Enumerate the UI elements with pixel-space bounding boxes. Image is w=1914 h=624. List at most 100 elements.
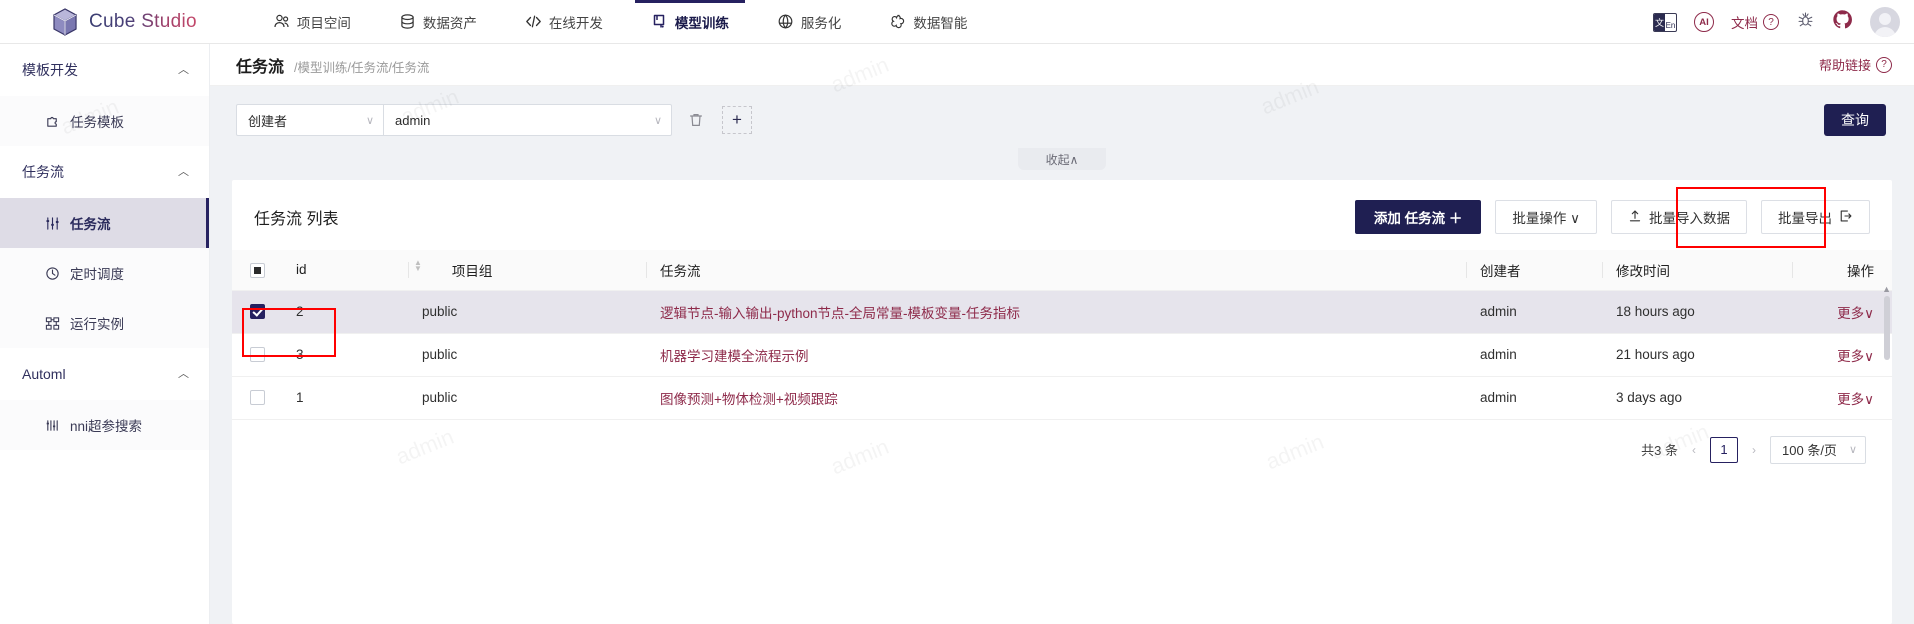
nav-label: 项目空间 [296,15,351,31]
filter-field-select[interactable]: 创建者 ∨ [236,104,384,136]
cell-project: public [408,376,646,420]
card-header: 任务流 列表 添加 任务流 ＋ 批量操作 ∨ 批量导入数据 批量导出 [232,180,1892,250]
collapse-filter-toggle[interactable]: 收起∧ [1018,148,1106,170]
cell-id: 2 [288,290,408,334]
task-flow-link[interactable]: 逻辑节点-输入输出-python节点-全局常量-模板变量-任务指标 [660,306,1020,321]
filter-value-text: admin [395,112,431,128]
sidebar: admin 模板开发 ︿ 任务模板 任务流 ︿ [0,44,210,624]
tune-icon [44,417,60,433]
sort-icon[interactable]: ▲ ▼ [414,258,422,272]
docs-label: 文档 [1731,16,1758,31]
export-icon [1839,209,1853,226]
column-action-label: 操作 [1847,263,1874,279]
cell-task-flow: 逻辑节点-输入输出-python节点-全局常量-模板变量-任务指标 [646,290,1466,334]
nav-item-online-dev[interactable]: 在线开发 [501,0,627,44]
table-header-row: id ▲ ▼ 项目组 任务流 创建者 修改时间 操作 [232,250,1892,291]
task-flow-link[interactable]: 机器学习建模全流程示例 [660,349,809,364]
cell-project: public [408,290,646,334]
nav-item-data-intelligence[interactable]: 数据智能 [865,0,991,44]
row-checkbox[interactable] [250,304,265,320]
table-row[interactable]: 1 public 图像预测+物体检测+视频跟踪 admin 3 days ago… [232,376,1892,420]
sidebar-item-label: nni超参搜索 [70,419,143,434]
scroll-up-arrow-icon[interactable]: ▲ [1882,284,1891,294]
table-row[interactable]: 2 public 逻辑节点-输入输出-python节点-全局常量-模板变量-任务… [232,290,1892,334]
sidebar-item-run-instance[interactable]: 运行实例 [0,298,209,348]
nav-label: 数据资产 [422,15,477,31]
pagination-prev-button[interactable]: ‹ [1689,443,1699,457]
task-flow-list-card: 任务流 列表 添加 任务流 ＋ 批量操作 ∨ 批量导入数据 批量导出 id ▲ … [232,180,1892,624]
cell-action: 更多∨ [1792,290,1892,334]
column-id-label: id [296,262,307,278]
nav-item-serving[interactable]: 服务化 [753,0,866,44]
filter-value-select[interactable]: admin ∨ [384,104,672,136]
chevron-up-icon: ︿ [178,368,189,380]
nav-item-data-assets[interactable]: 数据资产 [375,0,501,44]
page-size-select[interactable]: 100 条/页 ∨ [1770,435,1866,464]
table-row[interactable]: 3 public 机器学习建模全流程示例 admin 21 hours ago … [232,333,1892,377]
translate-source-label: 文 [1654,13,1665,31]
brand[interactable]: Cube Studio [52,7,197,36]
translate-button[interactable]: 文 En [1653,12,1677,32]
chevron-down-icon: ∨ [1848,444,1857,456]
sidebar-group-automl[interactable]: Automl ︿ [0,348,209,400]
sidebar-item-schedule[interactable]: 定时调度 [0,248,209,298]
users-icon [273,13,290,30]
bug-button[interactable] [1796,10,1815,34]
row-checkbox[interactable] [250,347,265,363]
row-more-button[interactable]: 更多∨ [1837,392,1874,407]
nav-label: 数据智能 [913,15,968,31]
pagination-current-page[interactable]: 1 [1710,436,1739,463]
help-link[interactable]: 帮助链接 ? [1819,55,1892,74]
sidebar-item-label: 运行实例 [70,317,124,332]
sidebar-item-nni-search[interactable]: nni超参搜索 [0,400,209,450]
cube-logo-icon [52,7,78,36]
sidebar-group-pipeline[interactable]: 任务流 ︿ [0,146,209,198]
batch-operation-button[interactable]: 批量操作 ∨ [1495,200,1597,234]
select-all-checkbox[interactable] [250,262,265,278]
sidebar-item-pipeline[interactable]: 任务流 [0,198,209,248]
help-link-label: 帮助链接 [1818,58,1871,73]
top-navigation-bar: Cube Studio 项目空间 数据资产 在线开发 模型训练 服务化 数据智能… [0,0,1914,44]
row-checkbox[interactable] [250,390,265,406]
sidebar-item-task-template[interactable]: 任务模板 [0,96,209,146]
nav-item-model-training[interactable]: 模型训练 [627,0,753,44]
cell-modified: 18 hours ago [1602,290,1792,334]
sitemap-icon [44,315,60,331]
cell-creator: admin [1466,333,1602,377]
sidebar-group-template-dev[interactable]: 模板开发 ︿ [0,44,209,96]
nav-item-project-space[interactable]: 项目空间 [249,0,375,44]
cell-action: 更多∨ [1792,376,1892,420]
row-more-button[interactable]: 更多∨ [1837,349,1874,364]
ai-badge-icon[interactable]: AI [1694,12,1714,32]
globe-icon [777,13,794,30]
column-modified-label: 修改时间 [1616,263,1670,279]
table-scrollbar-thumb[interactable] [1884,296,1890,360]
docs-link[interactable]: 文档 ? [1731,12,1779,32]
add-filter-button[interactable]: + [722,106,752,134]
table-header: id ▲ ▼ 项目组 任务流 创建者 修改时间 操作 [232,250,1892,291]
page-size-label: 100 条/页 [1782,443,1837,458]
cell-task-flow: 图像预测+物体检测+视频跟踪 [646,376,1466,420]
batch-import-button[interactable]: 批量导入数据 [1611,200,1747,234]
query-button[interactable]: 查询 [1824,104,1886,136]
brand-name: Cube Studio [89,10,197,32]
batch-export-label: 批量导出 [1778,211,1832,226]
github-icon [1832,9,1853,35]
cell-creator: admin [1466,290,1602,334]
column-task-flow-label: 任务流 [660,263,701,279]
nav-label: 模型训练 [674,15,729,31]
github-button[interactable] [1832,9,1853,35]
cell-project: public [408,333,646,377]
column-id[interactable]: id [288,250,408,291]
delete-filter-button[interactable] [688,112,704,128]
upload-icon [1628,209,1642,226]
cell-id: 3 [288,333,408,377]
user-avatar[interactable] [1870,7,1900,37]
batch-export-button[interactable]: 批量导出 [1761,200,1870,234]
task-flow-link[interactable]: 图像预测+物体检测+视频跟踪 [660,392,838,407]
card-title: 任务流 列表 [254,211,339,228]
sidebar-group-label: 任务流 [22,164,64,180]
row-more-button[interactable]: 更多∨ [1837,306,1874,321]
add-task-flow-button[interactable]: 添加 任务流 ＋ [1354,200,1482,234]
pagination-next-button[interactable]: › [1749,443,1759,457]
